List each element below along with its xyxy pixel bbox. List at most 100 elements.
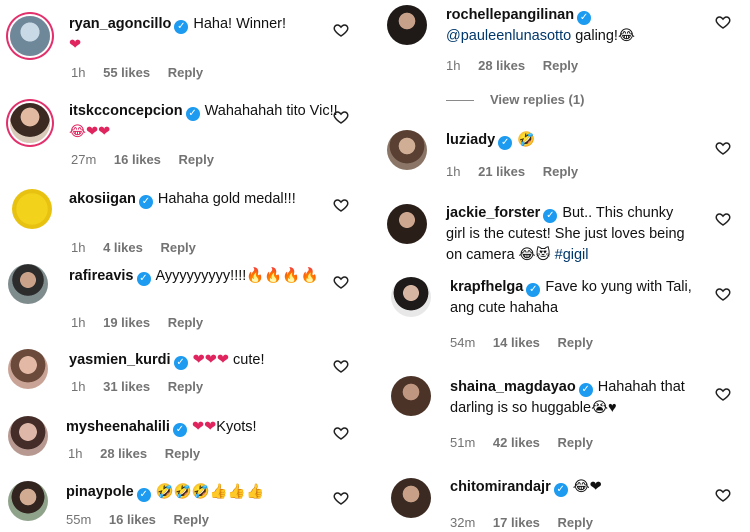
avatar[interactable] xyxy=(10,103,50,143)
avatar[interactable] xyxy=(8,349,48,389)
heart-outline-icon[interactable] xyxy=(715,386,731,402)
comment-text: Ayyyyyyyyy!!!! xyxy=(155,268,247,284)
heart-outline-icon[interactable] xyxy=(715,140,731,156)
heart-outline-icon[interactable] xyxy=(333,425,349,441)
comment-username[interactable]: krapfhelga xyxy=(450,279,523,295)
avatar[interactable] xyxy=(387,130,427,170)
heart-outline-icon[interactable] xyxy=(333,109,349,125)
avatar[interactable] xyxy=(12,189,52,229)
heart-outline-icon[interactable] xyxy=(333,274,349,290)
comment-emoji: 😂😻 xyxy=(518,247,551,263)
comment-likes[interactable]: 21 likes xyxy=(478,164,525,179)
comment-meta: 32m 17 likes Reply xyxy=(450,515,607,530)
view-replies-label[interactable]: View replies (1) xyxy=(490,92,584,107)
verified-badge-icon: ✓ xyxy=(172,423,187,437)
avatar[interactable] xyxy=(8,416,48,456)
comment-username[interactable]: rafireavis xyxy=(69,268,134,284)
comment-likes[interactable]: 31 likes xyxy=(103,379,150,394)
comment-text: Hahaha gold medal!!! xyxy=(157,191,296,207)
comment-username[interactable]: akosiigan xyxy=(69,191,136,207)
comment-username[interactable]: chitomirandajr xyxy=(450,479,551,495)
heart-outline-icon[interactable] xyxy=(715,14,731,30)
reply-button[interactable]: Reply xyxy=(558,435,593,450)
avatar[interactable] xyxy=(387,5,427,45)
reply-button[interactable]: Reply xyxy=(165,446,200,461)
comment-meta: 1h 4 likes Reply xyxy=(71,240,210,255)
comment-likes[interactable]: 55 likes xyxy=(103,65,150,80)
comment-time: 32m xyxy=(450,515,476,530)
comment-emoji: 😂 xyxy=(617,28,635,44)
comment-username[interactable]: ryan_agoncillo xyxy=(69,16,171,32)
avatar[interactable] xyxy=(8,481,48,521)
comment-time: 27m xyxy=(71,152,97,167)
comment-text: Haha! Winner! xyxy=(193,16,287,32)
heart-outline-icon[interactable] xyxy=(715,487,731,503)
comment-username[interactable]: mysheenahalili xyxy=(66,419,170,435)
comment-time: 55m xyxy=(66,512,92,527)
heart-outline-icon[interactable] xyxy=(333,490,349,506)
comment-likes[interactable]: 42 likes xyxy=(493,435,540,450)
heart-outline-icon[interactable] xyxy=(715,211,731,227)
comment-username[interactable]: itskcconcepcion xyxy=(69,103,183,119)
avatar[interactable] xyxy=(387,204,427,244)
comment-username[interactable]: pinaypole xyxy=(66,484,134,500)
comment-likes[interactable]: 4 likes xyxy=(103,240,143,255)
view-replies-button[interactable]: View replies (1) xyxy=(446,92,584,107)
reply-button[interactable]: Reply xyxy=(558,515,593,530)
comment-emoji: 🔥🔥🔥🔥 xyxy=(246,268,319,284)
comment-meta: 1h 21 likes Reply xyxy=(446,164,592,179)
comment-likes[interactable]: 28 likes xyxy=(100,446,147,461)
comment-time: 1h xyxy=(446,164,461,179)
comment-emoji: 🤣 xyxy=(517,132,536,148)
comment-time: 1h xyxy=(71,240,86,255)
heart-outline-icon[interactable] xyxy=(333,197,349,213)
reply-button[interactable]: Reply xyxy=(179,152,214,167)
avatar[interactable] xyxy=(391,376,431,416)
comment-likes[interactable]: 16 likes xyxy=(114,152,161,167)
comment-emoji: 🤣🤣🤣👍👍👍 xyxy=(155,484,265,500)
verified-badge-icon: ✓ xyxy=(578,383,593,397)
verified-badge-icon: ✓ xyxy=(138,195,153,209)
comment-meta: 1h 28 likes Reply xyxy=(446,58,592,73)
comment-meta: 27m 16 likes Reply xyxy=(71,152,228,167)
hashtag-link[interactable]: #gigil xyxy=(555,247,589,263)
comment-time: 1h xyxy=(71,315,86,330)
comment-emoji: ❤❤ xyxy=(191,419,217,435)
left-comment-column: ryan_agoncillo ✓ Haha! Winner! ❤ 1h 55 lik… xyxy=(0,0,372,532)
reply-button[interactable]: Reply xyxy=(174,512,209,527)
mention-link[interactable]: @pauleenlunasotto xyxy=(446,28,571,44)
comment-username[interactable]: rochellepangilinan xyxy=(446,7,574,23)
comment-time: 1h xyxy=(446,58,461,73)
verified-badge-icon: ✓ xyxy=(173,356,188,370)
comment-emoji: ❤❤❤ xyxy=(192,352,230,368)
reply-button[interactable]: Reply xyxy=(168,379,203,394)
avatar[interactable] xyxy=(391,478,431,518)
heart-outline-icon[interactable] xyxy=(333,22,349,38)
avatar[interactable] xyxy=(8,264,48,304)
comment-username[interactable]: jackie_forster xyxy=(446,205,540,221)
comment-username[interactable]: shaina_magdayao xyxy=(450,379,576,395)
comment-username[interactable]: luziady xyxy=(446,132,495,148)
comment-likes[interactable]: 14 likes xyxy=(493,335,540,350)
heart-outline-icon[interactable] xyxy=(715,286,731,302)
reply-button[interactable]: Reply xyxy=(543,58,578,73)
reply-button[interactable]: Reply xyxy=(558,335,593,350)
reply-button[interactable]: Reply xyxy=(168,65,203,80)
avatar[interactable] xyxy=(391,277,431,317)
reply-button[interactable]: Reply xyxy=(168,315,203,330)
verified-badge-icon: ✓ xyxy=(553,483,568,497)
avatar[interactable] xyxy=(10,16,50,56)
comment-likes[interactable]: 28 likes xyxy=(478,58,525,73)
comment-time: 1h xyxy=(71,65,86,80)
heart-outline-icon[interactable] xyxy=(333,358,349,374)
comment-likes[interactable]: 19 likes xyxy=(103,315,150,330)
verified-badge-icon: ✓ xyxy=(498,136,513,150)
reply-button[interactable]: Reply xyxy=(160,240,195,255)
comment-emoji: ❤ xyxy=(69,37,82,53)
comment-likes[interactable]: 16 likes xyxy=(109,512,156,527)
comment-likes[interactable]: 17 likes xyxy=(493,515,540,530)
comment-time: 54m xyxy=(450,335,476,350)
reply-button[interactable]: Reply xyxy=(543,164,578,179)
divider-line xyxy=(446,100,474,102)
comment-username[interactable]: yasmien_kurdi xyxy=(69,352,171,368)
